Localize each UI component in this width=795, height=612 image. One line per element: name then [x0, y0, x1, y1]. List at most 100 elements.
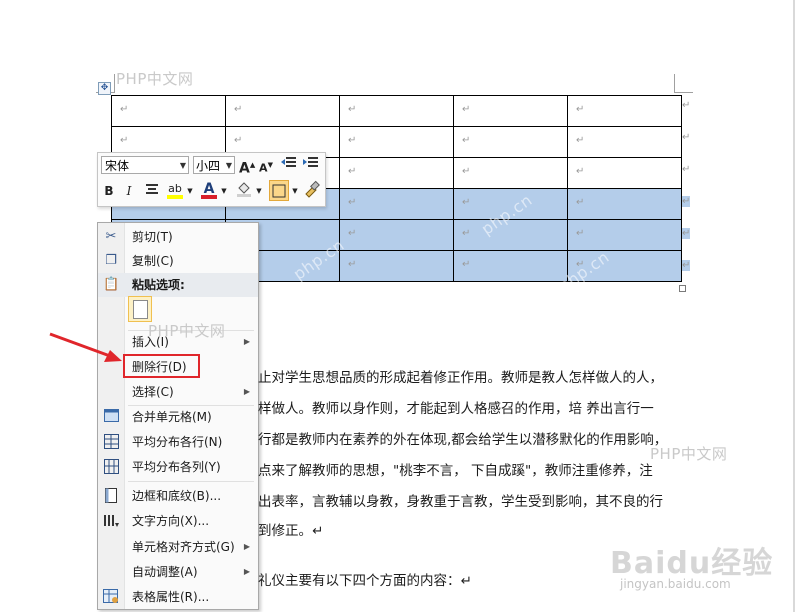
menu-item-label: 选择(C)	[132, 385, 174, 399]
annotation-arrow-icon	[49, 332, 122, 362]
menu-item-cut[interactable]: ✂ 剪切(T)	[98, 225, 258, 249]
shading-button[interactable]	[235, 180, 253, 198]
row-end-mark: ↵	[682, 228, 691, 239]
shading-dropdown[interactable]: ▼	[255, 182, 263, 200]
table-cell[interactable]: ↵	[225, 95, 340, 127]
paragraph-mark: ↵	[120, 104, 129, 115]
bold-button[interactable]: B	[102, 182, 116, 200]
menu-item-merge-cells[interactable]: 合并单元格(M)	[98, 405, 258, 429]
menu-item-label: 表格属性(R)...	[132, 590, 210, 604]
paste-document-icon	[133, 300, 148, 319]
paragraph-mark: ↵	[348, 166, 357, 177]
highlight-color-swatch	[167, 195, 183, 199]
menu-item-borders-shading[interactable]: 边框和底纹(B)...	[98, 484, 258, 508]
grow-font-button[interactable]: A▲	[239, 156, 255, 177]
table-cell[interactable]: ↵	[453, 95, 568, 127]
submenu-arrow-icon: ▶	[243, 542, 250, 551]
submenu-arrow-icon: ▶	[243, 567, 250, 576]
table-cell[interactable]: ↵	[339, 219, 454, 251]
menu-item-cell-alignment[interactable]: 单元格对齐方式(G) ▶	[98, 535, 258, 559]
table-cell[interactable]: ↵	[453, 250, 568, 282]
table-cell[interactable]: ↵	[567, 219, 682, 251]
table-cell[interactable]: ↵	[567, 95, 682, 127]
body-text-line: 止对学生思想品质的形成起着修正作用。教师是教人怎样做人的人，	[258, 370, 663, 386]
row-end-mark: ↵	[682, 164, 691, 175]
table-cell[interactable]: ↵	[339, 95, 454, 127]
font-color-dropdown[interactable]: ▼	[220, 182, 228, 200]
table-cell[interactable]: ↵	[567, 126, 682, 158]
watermark-right: PHP中文网	[650, 445, 728, 463]
increase-indent-button[interactable]	[302, 156, 320, 174]
table-cell[interactable]: ↵	[567, 188, 682, 220]
table-cell[interactable]: ↵	[567, 157, 682, 189]
paste-icon: 📋	[103, 277, 120, 292]
font-name-select[interactable]: 宋体 ▼	[101, 156, 189, 174]
menu-item-label: 文字方向(X)...	[132, 514, 210, 528]
table-row[interactable]: ↵ ↵ ↵ ↵ ↵	[111, 95, 682, 127]
paragraph-mark: ↵	[120, 135, 129, 146]
baidu-jingyan-logo: Baidu经验 jingyan.baidu.com	[610, 538, 774, 591]
menu-item-label: 平均分布各行(N)	[132, 435, 223, 449]
center-align-button[interactable]	[144, 182, 160, 200]
menu-item-label: 合并单元格(M)	[132, 410, 212, 424]
paste-options-header: 📋 粘贴选项:	[98, 273, 258, 297]
italic-button[interactable]: I	[122, 182, 136, 200]
menu-item-distribute-rows[interactable]: 平均分布各行(N)	[98, 430, 258, 454]
menu-item-label: 自动调整(A)	[132, 565, 198, 579]
highlight-dropdown[interactable]: ▼	[186, 182, 194, 200]
table-properties-icon	[103, 589, 119, 605]
table-cell[interactable]: ↵	[339, 157, 454, 189]
annotation-highlight-box	[123, 354, 200, 378]
table-resize-handle[interactable]	[679, 285, 686, 292]
paragraph-mark: ↵	[348, 228, 357, 239]
table-cell[interactable]: ↵	[339, 126, 454, 158]
margin-corner-top-right	[674, 74, 693, 93]
format-painter-button[interactable]	[303, 180, 321, 198]
scissors-icon: ✂	[105, 229, 117, 244]
submenu-arrow-icon: ▶	[243, 337, 250, 346]
distribute-rows-icon	[103, 434, 119, 450]
borders-dropdown[interactable]: ▼	[291, 182, 299, 200]
paragraph-mark: ↵	[576, 228, 585, 239]
table-cell[interactable]: ↵	[453, 126, 568, 158]
paragraph-mark: ↵	[348, 259, 357, 270]
paste-keep-text-button[interactable]	[128, 296, 152, 322]
menu-item-label: 边框和底纹(B)...	[132, 489, 222, 503]
shrink-font-button[interactable]: A▼	[258, 156, 274, 175]
table-cell[interactable]: ↵	[111, 95, 226, 127]
font-color-button[interactable]: A	[200, 180, 218, 199]
table-cell[interactable]: ↵	[339, 250, 454, 282]
body-text-line: 礼仪主要有以下四个方面的内容：↵	[258, 573, 472, 589]
body-text-line: 点来了解教师的思想，"桃李不言， 下自成蹊"，教师注重修养，注	[258, 463, 653, 479]
copy-icon: ❐	[105, 253, 117, 268]
mini-toolbar: 宋体 ▼ 小四 ▼ A▲ A▼ B I ab ▼ A ▼ ▼ ▼	[97, 152, 326, 207]
table-cell[interactable]: ↵	[453, 219, 568, 251]
menu-item-select[interactable]: 选择(C) ▶	[98, 380, 258, 404]
table-cell[interactable]: ↵	[453, 157, 568, 189]
body-text-line: 行都是教师内在素养的外在体现,都会给学生以潜移默化的作用影响，	[258, 432, 668, 448]
row-end-mark: ↵	[682, 196, 691, 207]
paragraph-mark: ↵	[462, 166, 471, 177]
baidu-logo-text: Baidu经验	[610, 546, 774, 581]
decrease-indent-button[interactable]	[280, 156, 298, 174]
menu-item-text-direction[interactable]: 文字方向(X)...	[98, 509, 258, 533]
menu-item-copy[interactable]: ❐ 复制(C)	[98, 249, 258, 273]
table-move-handle[interactable]: ✥	[98, 82, 111, 95]
highlight-icon: ab	[168, 182, 182, 195]
menu-item-label: 单元格对齐方式(G)	[132, 540, 235, 554]
menu-item-table-properties[interactable]: 表格属性(R)...	[98, 585, 258, 609]
table-cell[interactable]: ↵	[339, 188, 454, 220]
borders-button[interactable]	[269, 180, 289, 201]
menu-item-autofit[interactable]: 自动调整(A) ▶	[98, 560, 258, 584]
grow-font-icon: A	[239, 160, 250, 177]
font-color-swatch	[201, 195, 217, 199]
increase-indent-icon	[303, 157, 318, 167]
menu-item-label: 复制(C)	[132, 254, 174, 268]
font-size-select[interactable]: 小四 ▼	[193, 156, 235, 174]
row-end-mark: ↵	[682, 132, 691, 143]
submenu-arrow-icon: ▶	[243, 387, 250, 396]
menu-item-distribute-columns[interactable]: 平均分布各列(Y)	[98, 455, 258, 479]
highlight-button[interactable]: ab	[166, 180, 184, 199]
paragraph-mark: ↵	[462, 197, 471, 208]
context-menu: ✂ 剪切(T) ❐ 复制(C) 📋 粘贴选项: 插入(I) ▶ 删除行(D) 选…	[97, 222, 259, 610]
